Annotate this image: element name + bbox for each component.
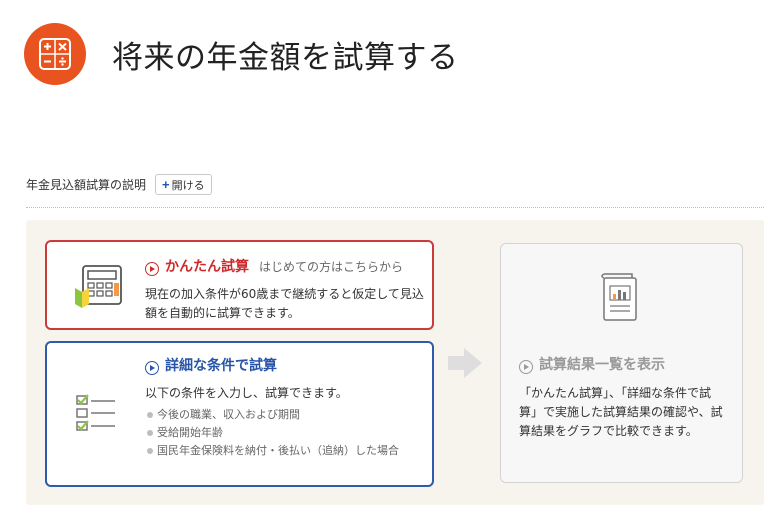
list-item: 今後の職業、収入および期間 <box>145 406 415 424</box>
report-chart-icon <box>596 270 644 328</box>
play-circle-icon <box>145 361 159 375</box>
condition-list: 今後の職業、収入および期間 受給開始年齢 国民年金保険料を納付・後払い（追納）し… <box>145 406 415 460</box>
explanation-row: 年金見込額試算の説明 + 開ける <box>26 174 212 195</box>
explanation-label: 年金見込額試算の説明 <box>26 178 147 192</box>
easy-calculation-title: かんたん試算 <box>165 259 249 275</box>
detailed-calculation-card[interactable]: 詳細な条件で試算 以下の条件を入力し、試算できます。 今後の職業、収入および期間… <box>45 341 434 487</box>
list-item: 国民年金保険料を納付・後払い（追納）した場合 <box>145 442 415 460</box>
calculator-badge-icon <box>24 23 86 85</box>
open-button-label: 開ける <box>171 179 205 192</box>
result-list-card[interactable]: 試算結果一覧を表示 「かんたん試算」、「詳細な条件で試算」で実施した試算結果の確… <box>500 243 743 483</box>
open-explanation-button[interactable]: + 開ける <box>155 174 212 195</box>
page-header: 将来の年金額を試算する <box>24 22 459 86</box>
arrow-right-icon <box>448 348 482 378</box>
result-list-description: 「かんたん試算」、「詳細な条件で試算」で実施した試算結果の確認や、試算結果をグラ… <box>519 386 723 438</box>
detailed-calculation-title: 詳細な条件で試算 <box>165 358 277 374</box>
result-list-title: 試算結果一覧を表示 <box>539 357 665 373</box>
easy-calculation-card[interactable]: かんたん試算 はじめての方はこちらから 現在の加入条件が60歳まで継続すると仮定… <box>45 240 434 330</box>
play-circle-icon <box>145 262 159 276</box>
play-circle-icon <box>519 360 533 374</box>
checklist-icon <box>75 393 117 437</box>
calculation-panel: かんたん試算 はじめての方はこちらから 現在の加入条件が60歳まで継続すると仮定… <box>26 220 764 505</box>
divider <box>26 207 764 208</box>
detailed-calculation-description: 以下の条件を入力し、試算できます。 <box>145 386 348 400</box>
plus-icon: + <box>162 177 170 192</box>
easy-calculation-description: 現在の加入条件が60歳まで継続すると仮定して見込額を自動的に試算できます。 <box>145 287 424 320</box>
list-item: 受給開始年齢 <box>145 424 415 442</box>
page-title: 将来の年金額を試算する <box>112 39 459 76</box>
calculator-beginner-icon <box>73 264 129 314</box>
easy-calculation-subtitle: はじめての方はこちらから <box>259 260 404 274</box>
